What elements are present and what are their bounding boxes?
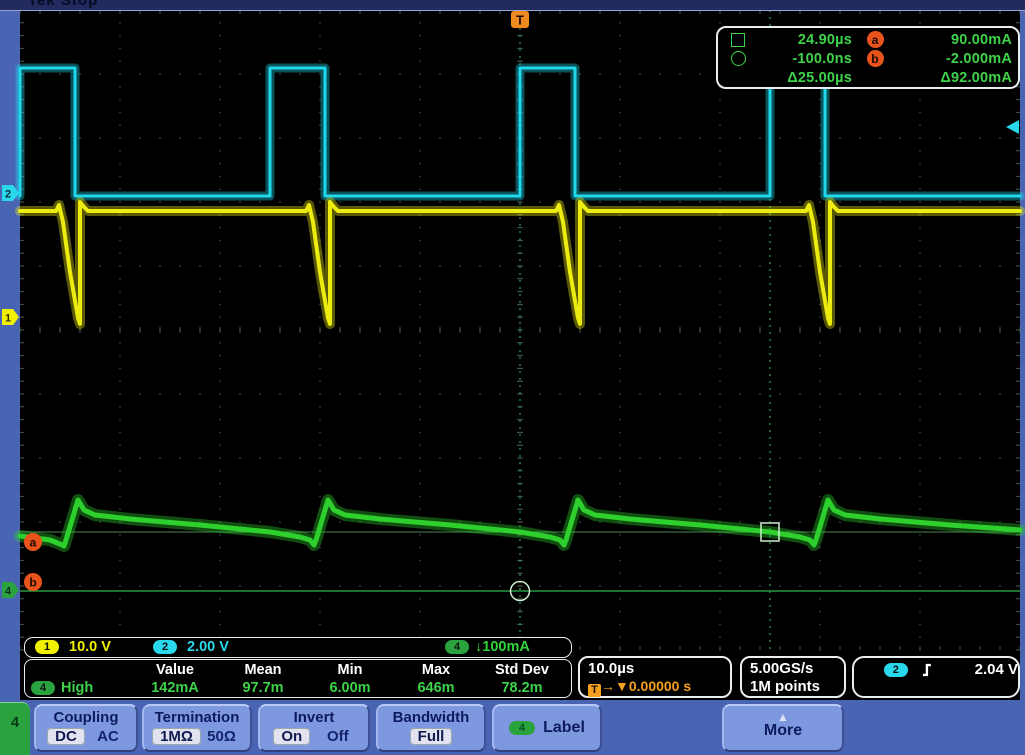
col-mean: Mean xyxy=(244,662,282,678)
waveform-display-area xyxy=(20,10,1020,700)
cursor-delta-amplitude: Δ92.00mA xyxy=(940,69,1012,86)
right-margin-strip xyxy=(1020,10,1025,700)
coupling-button[interactable]: Coupling DC AC xyxy=(34,704,138,752)
coupling-ac-option[interactable]: AC xyxy=(91,728,125,745)
record-length: 1M points xyxy=(750,678,820,695)
col-stddev: Std Dev xyxy=(495,662,549,678)
sample-rate: 5.00GS/s xyxy=(750,660,814,677)
up-arrow-icon: ▲ xyxy=(777,710,789,724)
invert-off-option[interactable]: Off xyxy=(321,728,355,745)
circle-cursor-icon xyxy=(730,51,746,66)
bandwidth-title: Bandwidth xyxy=(392,709,470,726)
cursor-b-amplitude: -2.000mA xyxy=(945,50,1012,67)
cursor-delta-time: Δ25.00µs xyxy=(787,69,852,86)
meas-name: High xyxy=(61,680,94,696)
bottom-menu-bar: 4 Coupling DC AC Termination 1MΩ 50Ω Inv… xyxy=(0,700,1025,755)
termination-50ohm-option[interactable]: 50Ω xyxy=(201,728,242,745)
label-button[interactable]: 4 Label xyxy=(492,704,602,752)
invert-button[interactable]: Invert On Off xyxy=(258,704,370,752)
measurement-row: 4 High 142mA 97.7m 6.00m 646m 78.2m xyxy=(31,679,565,697)
meas-channel-badge: 4 xyxy=(31,681,55,695)
more-button[interactable]: ▲ More xyxy=(722,704,844,752)
oscilloscope-screen: Tek Stop 2 1 4 ab T 24.90µs a 90.00mA -100.0… xyxy=(0,0,1025,755)
cursor-b-time: -100.0ns xyxy=(792,50,852,67)
label-button-text: Label xyxy=(543,719,585,736)
ch2-scale: 2.00 V xyxy=(187,639,229,655)
more-button-text: More xyxy=(763,722,803,739)
left-margin-strip xyxy=(0,10,20,700)
top-status-strip: Tek Stop xyxy=(0,0,1025,11)
meas-min: 6.00m xyxy=(329,680,371,696)
ch4-scale: ↓100mA xyxy=(475,639,530,655)
trigger-position-readout: T →▼0.00000 s xyxy=(588,678,691,697)
timebase-readout: 10.0µs T →▼0.00000 s xyxy=(578,656,732,698)
trigger-readout: 2 2.04 V xyxy=(852,656,1020,698)
timebase-scale: 10.0µs xyxy=(588,660,635,677)
trigger-t-icon: T xyxy=(588,684,601,697)
meas-mean: 97.7m xyxy=(242,680,284,696)
termination-1mohm-option[interactable]: 1MΩ xyxy=(152,728,201,745)
channel-4-menu-tab[interactable]: 4 xyxy=(0,702,30,755)
termination-title: Termination xyxy=(154,709,240,726)
bandwidth-full-option[interactable]: Full xyxy=(409,728,453,745)
trigger-level: 2.04 V xyxy=(974,661,1018,678)
col-value: Value xyxy=(156,662,194,678)
coupling-dc-option[interactable]: DC xyxy=(47,728,85,745)
bandwidth-button[interactable]: Bandwidth Full xyxy=(376,704,486,752)
channel-scale-bar: 1 10.0 V 2 2.00 V 4 ↓100mA xyxy=(24,637,572,658)
cursor-a-row: 24.90µs a 90.00mA xyxy=(720,30,1012,49)
col-max: Max xyxy=(421,662,451,678)
meas-stddev: 78.2m xyxy=(501,680,543,696)
cursor-delta-row: Δ25.00µs Δ92.00mA xyxy=(720,68,1012,87)
termination-button[interactable]: Termination 1MΩ 50Ω xyxy=(142,704,252,752)
invert-on-option[interactable]: On xyxy=(273,728,311,745)
meas-value: 142mA xyxy=(151,680,199,696)
ch2-badge[interactable]: 2 xyxy=(153,640,177,654)
trigger-source-badge: 2 xyxy=(884,662,908,677)
meas-max: 646m xyxy=(417,680,455,696)
trigger-position-value: 0.00000 s xyxy=(628,678,692,694)
cursor-b-badge: b xyxy=(866,50,884,67)
trigger-arrows-icon: →▼ xyxy=(601,678,629,694)
acquisition-readout: 5.00GS/s 1M points xyxy=(740,656,846,698)
cursor-a-amplitude: 90.00mA xyxy=(950,31,1012,48)
measurement-header-row: Value Mean Min Max Std Dev xyxy=(31,661,565,679)
cursor-b-row: -100.0ns b -2.000mA xyxy=(720,49,1012,68)
ch1-scale: 10.0 V xyxy=(69,639,111,655)
square-cursor-icon xyxy=(731,32,745,47)
ch4-badge[interactable]: 4 xyxy=(445,640,469,654)
cursor-readout-box: 24.90µs a 90.00mA -100.0ns b -2.000mA Δ2… xyxy=(716,26,1020,89)
cursor-a-badge: a xyxy=(866,31,884,48)
measurement-table: Value Mean Min Max Std Dev 4 High 142mA … xyxy=(24,659,572,698)
coupling-title: Coupling xyxy=(53,709,119,726)
invert-title: Invert xyxy=(293,709,335,726)
col-min: Min xyxy=(337,662,363,678)
label-channel-badge: 4 xyxy=(509,721,536,735)
ch1-badge[interactable]: 1 xyxy=(35,640,59,654)
rising-edge-icon xyxy=(922,663,931,676)
cursor-a-time: 24.90µs xyxy=(797,31,852,48)
acquisition-status-text: Tek Stop xyxy=(28,0,99,9)
